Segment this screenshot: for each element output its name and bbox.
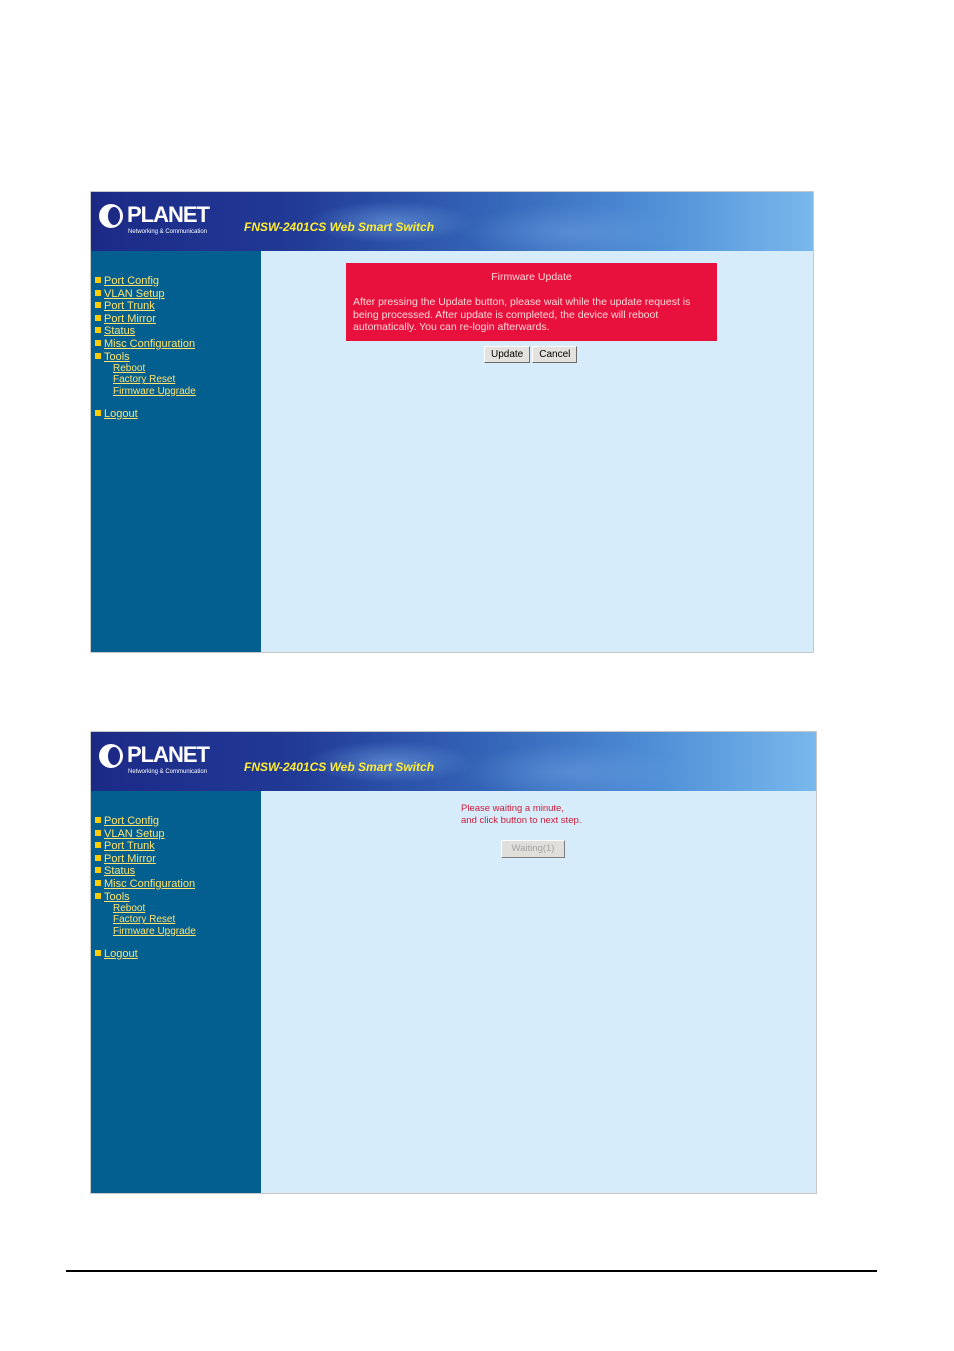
- nav-menu: Port Config VLAN Setup Port Trunk Port M…: [95, 815, 195, 903]
- firmware-update-message: After pressing the Update button, please…: [353, 296, 691, 334]
- logo-tagline: Networking & Communication: [128, 229, 208, 235]
- bullet-icon: [95, 950, 101, 957]
- update-button[interactable]: Update: [484, 346, 531, 363]
- button-row: Update Cancel: [484, 344, 579, 363]
- nav-link[interactable]: Status: [104, 325, 135, 337]
- bullet-icon: [95, 327, 101, 334]
- subnav-link[interactable]: Factory Reset: [113, 914, 175, 925]
- bullet-icon: [95, 352, 101, 359]
- nav-item-vlan-setup[interactable]: VLAN Setup: [95, 288, 195, 301]
- bullet-icon: [95, 892, 101, 899]
- waiting-message: Please waiting a minute, and click butto…: [461, 803, 581, 826]
- subnav-link[interactable]: Firmware Upgrade: [113, 386, 196, 397]
- bullet-icon: [95, 829, 101, 836]
- waiting-line-2: and click button to next step.: [461, 814, 582, 826]
- subnav-link[interactable]: Firmware Upgrade: [113, 926, 196, 937]
- header-banner: PLANET Networking & Communication FNSW-2…: [91, 732, 816, 791]
- logo-text: PLANET: [127, 742, 210, 767]
- nav-item-tools[interactable]: Tools: [95, 891, 195, 904]
- subnav-item-factory-reset[interactable]: Factory Reset: [113, 914, 196, 925]
- page-footer-rule: [66, 1270, 877, 1272]
- bullet-icon: [95, 854, 101, 861]
- bullet-icon: [95, 340, 101, 347]
- nav-item-port-config[interactable]: Port Config: [95, 815, 195, 828]
- subnav-item-firmware-upgrade[interactable]: Firmware Upgrade: [113, 386, 196, 397]
- bullet-icon: [95, 410, 101, 417]
- nav-link[interactable]: Port Config: [104, 815, 159, 827]
- nav-menu: Port Config VLAN Setup Port Trunk Port M…: [95, 275, 195, 363]
- tools-submenu: Reboot Factory Reset Firmware Upgrade: [95, 363, 196, 397]
- nav-link[interactable]: Tools: [104, 891, 130, 903]
- nav-link[interactable]: Port Trunk: [104, 300, 155, 312]
- logo-text: PLANET: [127, 202, 210, 227]
- subnav-item-reboot[interactable]: Reboot: [113, 363, 196, 374]
- waiting-line-1: Please waiting a minute,: [461, 803, 564, 814]
- subnav-item-reboot[interactable]: Reboot: [113, 903, 196, 914]
- nav-link[interactable]: VLAN Setup: [104, 288, 165, 300]
- nav-item-status[interactable]: Status: [95, 325, 195, 338]
- nav-link[interactable]: Status: [104, 865, 135, 877]
- nav-link[interactable]: Misc Configuration: [104, 878, 195, 890]
- screenshot-firmware-update: PLANET Networking & Communication FNSW-2…: [90, 191, 814, 653]
- screenshot-waiting: PLANET Networking & Communication FNSW-2…: [90, 731, 817, 1194]
- tools-submenu: Reboot Factory Reset Firmware Upgrade: [95, 903, 196, 937]
- nav-link[interactable]: Misc Configuration: [104, 338, 195, 350]
- nav-item-logout[interactable]: Logout: [95, 948, 138, 961]
- bullet-icon: [95, 817, 101, 824]
- nav-link[interactable]: Port Mirror: [104, 853, 156, 865]
- nav-link[interactable]: Tools: [104, 351, 130, 363]
- nav-link[interactable]: Port Trunk: [104, 840, 155, 852]
- nav-item-tools[interactable]: Tools: [95, 351, 195, 364]
- bullet-icon: [95, 867, 101, 874]
- bullet-icon: [95, 302, 101, 309]
- bullet-icon: [95, 277, 101, 284]
- nav-item-misc-configuration[interactable]: Misc Configuration: [95, 878, 195, 891]
- firmware-update-panel: Firmware Update After pressing the Updat…: [346, 263, 717, 341]
- bullet-icon: [95, 289, 101, 296]
- subnav-link[interactable]: Reboot: [113, 363, 145, 374]
- nav-link[interactable]: Logout: [104, 948, 138, 960]
- subnav-link[interactable]: Factory Reset: [113, 374, 175, 385]
- subnav-item-factory-reset[interactable]: Factory Reset: [113, 374, 196, 385]
- subnav-item-firmware-upgrade[interactable]: Firmware Upgrade: [113, 926, 196, 937]
- bullet-icon: [95, 314, 101, 321]
- nav-item-port-trunk[interactable]: Port Trunk: [95, 300, 195, 313]
- subnav-link[interactable]: Reboot: [113, 903, 145, 914]
- nav-item-port-trunk[interactable]: Port Trunk: [95, 840, 195, 853]
- cancel-button[interactable]: Cancel: [532, 346, 578, 363]
- planet-logo: PLANET Networking & Communication: [99, 202, 210, 238]
- logout-menu: Logout: [95, 948, 138, 961]
- nav-link[interactable]: Logout: [104, 408, 138, 420]
- product-title: FNSW-2401CS Web Smart Switch: [244, 220, 435, 234]
- planet-logo-icon: [99, 744, 123, 768]
- header-banner: PLANET Networking & Communication FNSW-2…: [91, 192, 813, 251]
- main-content: Please waiting a minute, and click butto…: [261, 791, 816, 1193]
- nav-item-port-config[interactable]: Port Config: [95, 275, 195, 288]
- nav-item-vlan-setup[interactable]: VLAN Setup: [95, 828, 195, 841]
- bullet-icon: [95, 842, 101, 849]
- nav-item-logout[interactable]: Logout: [95, 408, 138, 421]
- sidebar: Port Config VLAN Setup Port Trunk Port M…: [91, 791, 261, 1193]
- firmware-update-title: Firmware Update: [491, 271, 572, 283]
- logout-menu: Logout: [95, 408, 138, 421]
- nav-item-port-mirror[interactable]: Port Mirror: [95, 853, 195, 866]
- nav-link[interactable]: Port Mirror: [104, 313, 156, 325]
- waiting-button[interactable]: Waiting(1): [501, 840, 565, 858]
- main-content: Firmware Update After pressing the Updat…: [261, 251, 813, 652]
- sidebar: Port Config VLAN Setup Port Trunk Port M…: [91, 251, 261, 652]
- nav-item-status[interactable]: Status: [95, 865, 195, 878]
- planet-logo-icon: [99, 204, 123, 228]
- planet-logo: PLANET Networking & Communication: [99, 742, 210, 778]
- nav-item-misc-configuration[interactable]: Misc Configuration: [95, 338, 195, 351]
- nav-link[interactable]: VLAN Setup: [104, 828, 165, 840]
- logo-tagline: Networking & Communication: [128, 769, 208, 775]
- product-title: FNSW-2401CS Web Smart Switch: [244, 760, 435, 774]
- nav-link[interactable]: Port Config: [104, 275, 159, 287]
- bullet-icon: [95, 880, 101, 887]
- nav-item-port-mirror[interactable]: Port Mirror: [95, 313, 195, 326]
